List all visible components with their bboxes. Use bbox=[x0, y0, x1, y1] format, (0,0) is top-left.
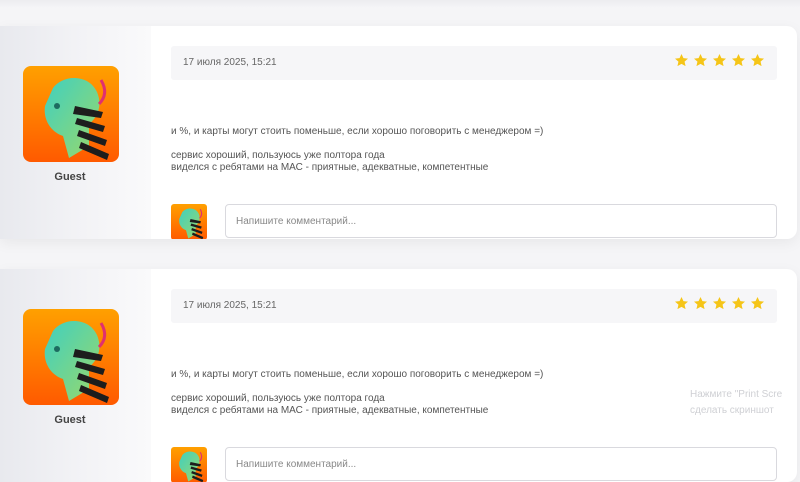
comment-input[interactable] bbox=[225, 204, 777, 238]
robot-head-avatar-icon bbox=[171, 447, 207, 482]
star-icon bbox=[751, 53, 764, 67]
review-text-line: сервис хороший, пользуюсь уже полтора го… bbox=[171, 150, 385, 161]
star-icon bbox=[732, 296, 745, 310]
star-icon bbox=[675, 296, 688, 310]
author-name: Guest bbox=[54, 171, 86, 183]
rating-stars bbox=[674, 296, 765, 311]
comment-row bbox=[171, 204, 777, 239]
author-avatar[interactable] bbox=[23, 309, 119, 405]
star-icon bbox=[713, 53, 726, 67]
star-icon bbox=[694, 53, 707, 67]
star-icon bbox=[675, 53, 688, 67]
star-icon bbox=[694, 296, 707, 310]
commenter-avatar bbox=[171, 204, 207, 239]
comment-input[interactable] bbox=[225, 447, 777, 481]
commenter-avatar bbox=[171, 447, 207, 482]
review-author-panel: Guest bbox=[0, 26, 151, 239]
review-content: 17 июля 2025, 15:21 и %, и карты могут с… bbox=[171, 46, 777, 239]
review-card: Guest 17 июля 2025, 15:21 и %, и карты м… bbox=[0, 26, 797, 239]
review-text-line: и %, и карты могут стоить поменьше, если… bbox=[171, 126, 544, 137]
comment-row bbox=[171, 447, 777, 482]
review-date: 17 июля 2025, 15:21 bbox=[183, 300, 277, 311]
review-text-line: виделся с ребятами на МАС - приятные, ад… bbox=[171, 162, 489, 173]
previous-card-edge bbox=[0, 0, 800, 8]
star-icon bbox=[732, 53, 745, 67]
star-icon bbox=[713, 296, 726, 310]
review-text-line: и %, и карты могут стоить поменьше, если… bbox=[171, 369, 544, 380]
robot-head-avatar-icon bbox=[171, 204, 207, 239]
robot-head-avatar-icon bbox=[23, 66, 119, 162]
star-icon bbox=[751, 296, 764, 310]
review-text-line: сервис хороший, пользуюсь уже полтора го… bbox=[171, 393, 385, 404]
review-card: Guest 17 июля 2025, 15:21 и %, и карты м… bbox=[0, 269, 797, 482]
screenshot-hint-text: Нажмите "Print Scre bbox=[690, 389, 783, 400]
author-name: Guest bbox=[54, 414, 86, 426]
review-meta-bar: 17 июля 2025, 15:21 bbox=[171, 289, 777, 323]
review-content: 17 июля 2025, 15:21 и %, и карты могут с… bbox=[171, 289, 777, 482]
screenshot-hint-text: сделать скриншот bbox=[690, 405, 774, 416]
author-avatar[interactable] bbox=[23, 66, 119, 162]
review-author-panel: Guest bbox=[0, 269, 151, 482]
review-date: 17 июля 2025, 15:21 bbox=[183, 57, 277, 68]
rating-stars bbox=[674, 53, 765, 68]
review-meta-bar: 17 июля 2025, 15:21 bbox=[171, 46, 777, 80]
robot-head-avatar-icon bbox=[23, 309, 119, 405]
review-text-line: виделся с ребятами на МАС - приятные, ад… bbox=[171, 405, 489, 416]
